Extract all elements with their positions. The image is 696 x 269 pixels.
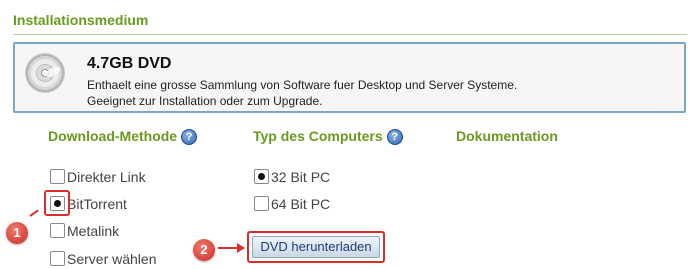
radio-button[interactable] bbox=[254, 196, 269, 211]
medium-description: Enthaelt eine grosse Sammlung von Softwa… bbox=[87, 77, 517, 109]
medium-description-line2: Geeignet zur Installation oder zum Upgra… bbox=[87, 94, 323, 108]
help-icon[interactable]: ? bbox=[181, 129, 198, 145]
annotation-arrow-2 bbox=[218, 247, 238, 249]
download-method-heading: Download-Methode? bbox=[48, 128, 198, 145]
medium-description-line1: Enthaelt eine grosse Sammlung von Softwa… bbox=[87, 78, 518, 92]
radio-label: 32 Bit PC bbox=[271, 169, 331, 185]
dvd-disc-icon bbox=[26, 54, 64, 92]
download-method-heading-label: Download-Methode bbox=[48, 128, 178, 144]
dvd-download-button[interactable]: DVD herunterladen bbox=[252, 236, 380, 258]
help-icon[interactable]: ? bbox=[386, 129, 403, 145]
annotation-arrow-1 bbox=[29, 209, 39, 217]
radio-label: Direkter Link bbox=[67, 169, 146, 185]
annotation-arrow-2-head bbox=[237, 243, 245, 253]
install-medium-card[interactable]: 4.7GB DVD Enthaelt eine grosse Sammlung … bbox=[13, 42, 686, 113]
section-divider bbox=[13, 34, 687, 35]
computer-type-heading-label: Typ des Computers bbox=[253, 128, 383, 144]
radio-label: 64 Bit PC bbox=[271, 196, 331, 212]
radio-button[interactable] bbox=[50, 251, 65, 266]
radio-button-selected[interactable] bbox=[254, 169, 269, 184]
annotation-badge-2: 2 bbox=[193, 239, 215, 261]
radio-label: BitTorrent bbox=[67, 196, 127, 212]
annotation-highlight-bittorrent bbox=[44, 190, 70, 216]
radio-label: Server wählen bbox=[67, 251, 157, 267]
documentation-heading: Dokumentation bbox=[456, 128, 558, 144]
medium-title: 4.7GB DVD bbox=[87, 55, 172, 72]
radio-button[interactable] bbox=[50, 169, 65, 184]
radio-label: Metalink bbox=[67, 223, 120, 239]
computer-type-heading: Typ des Computers? bbox=[253, 128, 403, 145]
annotation-badge-1: 1 bbox=[6, 222, 28, 244]
radio-button[interactable] bbox=[50, 223, 65, 238]
section-title: Installationsmedium bbox=[13, 12, 149, 28]
